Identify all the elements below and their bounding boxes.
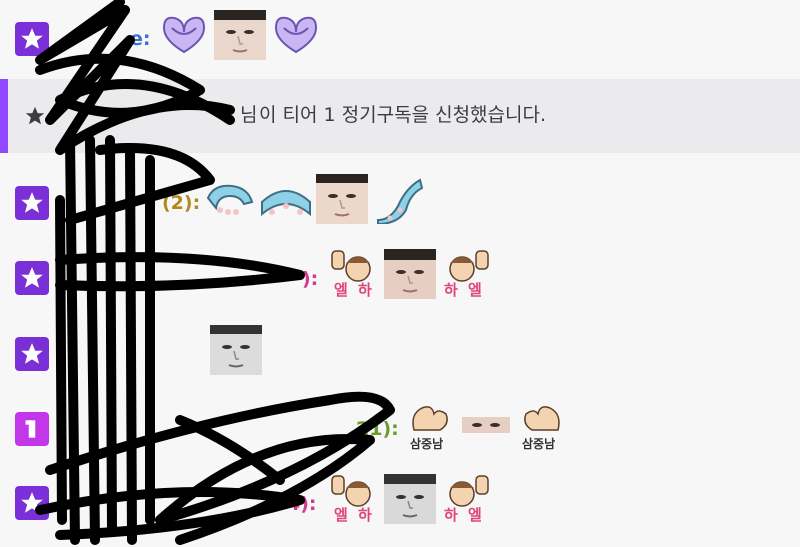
emote-caption: 삼중남 bbox=[522, 436, 555, 450]
emote-caption: 하 bbox=[444, 506, 458, 524]
username[interactable]: 21): bbox=[356, 418, 399, 440]
star-icon bbox=[21, 492, 43, 513]
tier-1-icon bbox=[25, 420, 36, 438]
face-emote[interactable] bbox=[316, 174, 368, 224]
star-icon bbox=[25, 106, 45, 125]
face-emote[interactable] bbox=[384, 474, 436, 524]
face-emote[interactable] bbox=[214, 10, 266, 60]
heart-hands-emote[interactable] bbox=[270, 10, 322, 60]
face-strip-emote[interactable] bbox=[460, 400, 512, 450]
tentacle-emote[interactable] bbox=[372, 174, 424, 226]
flex-emote[interactable]: 삼중남 bbox=[404, 400, 456, 451]
face-emote[interactable] bbox=[384, 249, 436, 299]
notice-text: 이 티어 1 정기구독을 신청했습니다. bbox=[259, 104, 547, 126]
emote-caption: 엘 bbox=[468, 281, 482, 299]
emote-caption: 엘 bbox=[334, 506, 348, 524]
face-emote[interactable] bbox=[210, 325, 262, 375]
subscriber-badge[interactable] bbox=[15, 261, 49, 295]
hands-up-emote[interactable]: 하엘 bbox=[440, 249, 492, 299]
flex-emote[interactable]: 삼중남 bbox=[516, 400, 568, 451]
subscriber-badge[interactable] bbox=[15, 337, 49, 371]
subscriber-badge[interactable] bbox=[15, 486, 49, 520]
emote-caption: 하 bbox=[444, 281, 458, 299]
subscriber-badge[interactable] bbox=[15, 22, 49, 56]
notice-text-prefix: 님 bbox=[240, 104, 258, 126]
subscriber-badge[interactable] bbox=[15, 186, 49, 220]
emote-caption: 하 bbox=[358, 506, 372, 524]
tier-badge[interactable] bbox=[15, 412, 49, 446]
chat-message: 21): 삼중남 삼중남 bbox=[0, 400, 800, 456]
username[interactable]: 4): bbox=[287, 493, 317, 515]
tentacle-emote[interactable] bbox=[260, 174, 312, 224]
tentacle-emote[interactable] bbox=[204, 174, 256, 224]
star-icon bbox=[21, 28, 43, 49]
emote-caption: 하 bbox=[358, 281, 372, 299]
chat-message: ): 엘하 하엘 bbox=[0, 249, 800, 305]
emote-caption: 엘 bbox=[334, 281, 348, 299]
emote-caption: 엘 bbox=[468, 506, 482, 524]
chat-message bbox=[0, 325, 800, 377]
chat-message: 4): 엘하 하엘 bbox=[0, 474, 800, 530]
hands-up-emote[interactable]: 엘하 bbox=[328, 474, 380, 524]
chat-message: (2): bbox=[0, 174, 800, 230]
notice-accent-bar bbox=[0, 79, 8, 153]
hands-up-emote[interactable]: 엘하 bbox=[328, 249, 380, 299]
star-icon bbox=[21, 343, 43, 364]
subscription-notice: 님 이 티어 1 정기구독을 신청했습니다. bbox=[0, 79, 800, 153]
heart-hands-emote[interactable] bbox=[158, 10, 210, 60]
star-icon bbox=[21, 267, 43, 288]
username[interactable]: e: bbox=[130, 28, 150, 50]
emote-caption: 삼중남 bbox=[410, 436, 443, 450]
username[interactable]: (2): bbox=[162, 192, 200, 214]
chat-message: e: bbox=[0, 10, 800, 70]
username[interactable]: ): bbox=[302, 268, 318, 290]
star-icon bbox=[21, 192, 43, 213]
hands-up-emote[interactable]: 하엘 bbox=[440, 474, 492, 524]
